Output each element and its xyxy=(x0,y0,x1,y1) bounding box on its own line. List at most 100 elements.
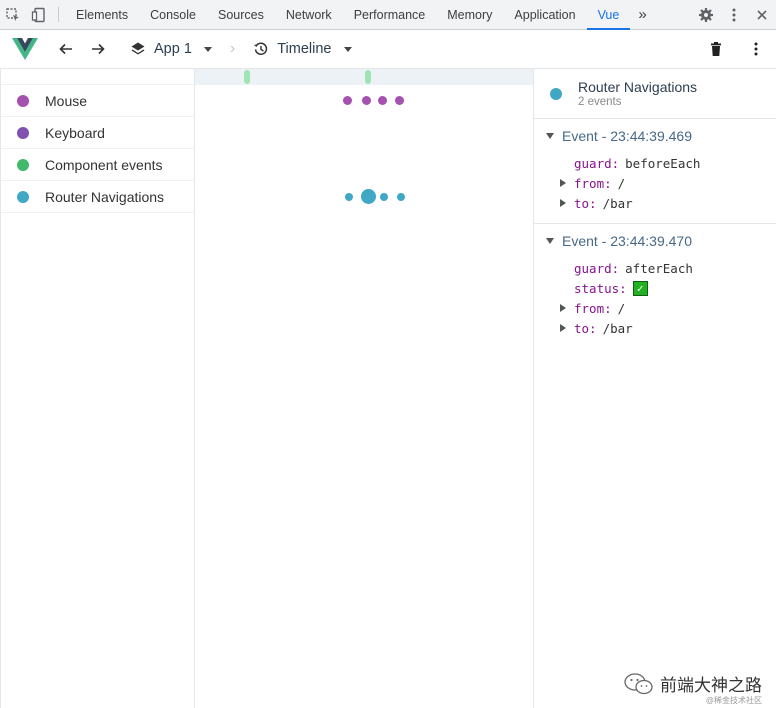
tab-console[interactable]: Console xyxy=(139,0,207,29)
layer-component-events[interactable]: Component events xyxy=(1,149,194,181)
caret-down-icon xyxy=(343,46,352,52)
checkmark-icon: ✓ xyxy=(632,280,648,296)
layer-label: Keyboard xyxy=(45,124,105,141)
triangle-right-icon xyxy=(560,199,566,207)
event-header[interactable]: Event - 23:44:39.470 xyxy=(534,230,776,252)
timeline-event-dot[interactable] xyxy=(395,96,404,105)
layer-keyboard[interactable]: Keyboard xyxy=(1,117,194,149)
tab-memory[interactable]: Memory xyxy=(436,0,503,29)
prop-guard: guard: afterEach xyxy=(534,258,776,278)
event-inspector: Router Navigations 2 events Event - 23:4… xyxy=(533,69,776,708)
layer-color-dot xyxy=(550,87,562,100)
clear-timeline-button[interactable] xyxy=(696,33,736,65)
back-button[interactable] xyxy=(50,33,82,65)
arrow-left-icon xyxy=(59,43,72,55)
timeline-event-dot[interactable] xyxy=(380,193,388,201)
prop-key: status: xyxy=(574,280,627,296)
timeline-event-dot[interactable] xyxy=(345,193,353,201)
prop-status: status: ✓ xyxy=(534,278,776,298)
inspector-subtitle: 2 events xyxy=(578,95,622,108)
layers-icon xyxy=(131,42,145,55)
tab-application[interactable]: Application xyxy=(503,0,586,29)
inspector-header: Router Navigations 2 events xyxy=(534,69,776,119)
kebab-menu-icon[interactable] xyxy=(720,7,748,23)
layer-label: Component events xyxy=(45,156,163,173)
prop-value: / xyxy=(617,175,626,191)
prop-guard: guard: beforeEach xyxy=(534,153,776,173)
prop-key: to: xyxy=(574,195,597,211)
forward-button[interactable] xyxy=(82,33,114,65)
tab-sources[interactable]: Sources xyxy=(207,0,275,29)
caret-down-icon xyxy=(203,46,212,52)
triangle-down-icon xyxy=(546,238,554,244)
tab-network[interactable]: Network xyxy=(275,0,343,29)
inspector-title: Router Navigations xyxy=(578,78,698,95)
event-header[interactable]: Event - 23:44:39.469 xyxy=(534,125,776,147)
history-icon xyxy=(254,42,268,56)
trash-icon xyxy=(711,42,721,56)
event-entry: Event - 23:44:39.469 guard: beforeEach f… xyxy=(534,119,776,224)
layer-color-dot xyxy=(17,158,29,171)
prop-key: guard: xyxy=(574,155,620,171)
kebab-menu-icon xyxy=(754,42,758,56)
view-selector[interactable]: Timeline xyxy=(243,30,361,68)
timeline-layers-list: Mouse Keyboard Component events Router N… xyxy=(0,69,195,708)
triangle-right-icon xyxy=(560,179,566,187)
triangle-right-icon xyxy=(560,304,566,312)
wechat-icon xyxy=(624,672,653,694)
event-title: Event - 23:44:39.470 xyxy=(562,233,692,249)
prop-value: /bar xyxy=(602,320,633,336)
vue-toolbar: App 1 › Timeline xyxy=(0,30,776,69)
more-tabs-button[interactable]: » xyxy=(630,0,654,29)
view-selector-label: Timeline xyxy=(277,41,332,57)
event-title: Event - 23:44:39.469 xyxy=(562,128,692,144)
gear-icon[interactable] xyxy=(692,7,720,23)
layer-router-navigations[interactable]: Router Navigations xyxy=(1,181,194,213)
prop-to[interactable]: to: /bar xyxy=(534,193,776,213)
divider xyxy=(58,7,59,22)
event-entry: Event - 23:44:39.470 guard: afterEach st… xyxy=(534,224,776,348)
vue-logo-icon xyxy=(0,38,50,60)
arrow-right-icon xyxy=(92,43,105,55)
prop-from[interactable]: from: / xyxy=(534,173,776,193)
watermark-text: 前端大神之路 xyxy=(660,676,762,695)
layer-label: Router Navigations xyxy=(45,188,165,205)
tab-performance[interactable]: Performance xyxy=(343,0,437,29)
prop-from[interactable]: from: / xyxy=(534,298,776,318)
timeline-event-dot[interactable] xyxy=(343,96,352,105)
prop-to[interactable]: to: /bar xyxy=(534,318,776,338)
inspect-element-icon[interactable] xyxy=(0,0,26,29)
layer-color-dot xyxy=(17,190,29,203)
timeline-canvas[interactable] xyxy=(195,69,533,708)
device-toolbar-icon[interactable] xyxy=(26,0,52,29)
timeline-event-dot[interactable] xyxy=(362,96,371,105)
timeline-event-dot[interactable] xyxy=(397,193,405,201)
timeline-event-dot[interactable] xyxy=(378,96,387,105)
timeline-scale[interactable] xyxy=(195,69,533,85)
tab-elements[interactable]: Elements xyxy=(65,0,139,29)
watermark-subtext: @稀金技术社区 xyxy=(705,696,762,705)
prop-value: /bar xyxy=(602,195,633,211)
app-selector-label: App 1 xyxy=(154,41,192,57)
prop-key: guard: xyxy=(574,260,620,276)
triangle-right-icon xyxy=(560,324,566,332)
prop-value: afterEach xyxy=(625,260,693,276)
layer-mouse[interactable]: Mouse xyxy=(1,85,194,117)
prop-key: to: xyxy=(574,320,597,336)
close-icon[interactable] xyxy=(748,7,776,23)
watermark: 前端大神之路 @稀金技术社区 xyxy=(624,671,762,705)
devtools-tab-bar: Elements Console Sources Network Perform… xyxy=(0,0,776,30)
more-options-button[interactable] xyxy=(736,33,776,65)
prop-value: beforeEach xyxy=(625,155,701,171)
layer-label: Mouse xyxy=(45,92,88,109)
timeline-marker[interactable] xyxy=(365,70,371,84)
timeline-event-dot-selected[interactable] xyxy=(361,189,376,204)
app-selector[interactable]: App 1 xyxy=(120,30,222,68)
chevron-right-icon: › xyxy=(229,40,236,57)
prop-key: from: xyxy=(574,300,612,316)
tab-vue[interactable]: Vue xyxy=(586,0,631,30)
triangle-down-icon xyxy=(546,133,554,139)
layer-color-dot xyxy=(17,94,29,107)
layers-header xyxy=(1,69,194,85)
timeline-marker[interactable] xyxy=(244,70,250,84)
